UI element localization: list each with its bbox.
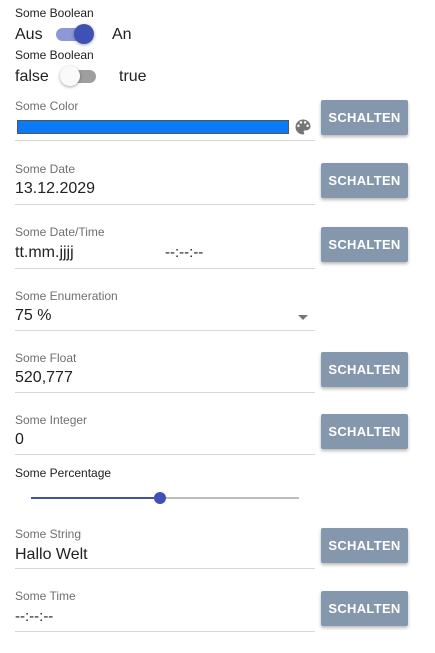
color-underline bbox=[15, 140, 315, 141]
time-label: Some Time bbox=[15, 589, 76, 603]
toggle-thumb bbox=[74, 24, 94, 44]
float-switch-button[interactable]: SCHALTEN bbox=[321, 352, 408, 387]
boolean-2-label: Some Boolean bbox=[15, 48, 94, 62]
percentage-slider[interactable] bbox=[31, 492, 299, 504]
integer-underline bbox=[15, 454, 315, 455]
slider-thumb[interactable] bbox=[153, 492, 166, 504]
color-swatch[interactable] bbox=[17, 120, 289, 134]
float-field[interactable]: 520,777 bbox=[15, 369, 73, 387]
percentage-label: Some Percentage bbox=[15, 466, 112, 480]
enumeration-underline bbox=[15, 330, 315, 331]
boolean-on-label: An bbox=[112, 26, 132, 43]
string-field[interactable]: Hallo Welt bbox=[15, 546, 88, 564]
enumeration-select[interactable]: 75 % bbox=[15, 307, 51, 325]
time-switch-button[interactable]: SCHALTEN bbox=[321, 591, 408, 626]
boolean-2-on-label: true bbox=[119, 68, 147, 85]
date-field[interactable]: 13.12.2029 bbox=[15, 180, 95, 198]
chevron-down-icon[interactable] bbox=[298, 315, 308, 320]
float-underline bbox=[15, 392, 315, 393]
datetime-switch-button[interactable]: SCHALTEN bbox=[321, 227, 408, 262]
boolean-2-toggle[interactable] bbox=[60, 65, 100, 87]
string-underline bbox=[15, 568, 315, 569]
color-switch-button[interactable]: SCHALTEN bbox=[321, 100, 408, 135]
integer-label: Some Integer bbox=[15, 413, 88, 427]
datetime-underline bbox=[15, 268, 315, 269]
string-label: Some String bbox=[15, 527, 82, 541]
color-label: Some Color bbox=[15, 99, 79, 113]
datetime-label: Some Date/Time bbox=[15, 225, 105, 239]
date-underline bbox=[15, 204, 315, 205]
integer-field[interactable]: 0 bbox=[15, 431, 24, 449]
boolean-toggle[interactable] bbox=[54, 23, 94, 45]
string-switch-button[interactable]: SCHALTEN bbox=[321, 528, 408, 563]
datetime-date-field[interactable]: tt.mm.jjjj bbox=[15, 244, 74, 262]
date-label: Some Date bbox=[15, 162, 76, 176]
datetime-time-field[interactable]: --:--:-- bbox=[165, 244, 203, 261]
boolean-off-label: Aus bbox=[15, 26, 43, 43]
time-field[interactable]: --:--:-- bbox=[15, 608, 53, 625]
boolean-2-off-label: false bbox=[15, 68, 49, 85]
palette-icon[interactable] bbox=[293, 117, 313, 137]
integer-switch-button[interactable]: SCHALTEN bbox=[321, 414, 408, 449]
toggle-thumb bbox=[60, 66, 80, 86]
time-underline bbox=[15, 631, 315, 632]
enumeration-label: Some Enumeration bbox=[15, 289, 118, 303]
slider-fill bbox=[31, 497, 160, 499]
boolean-label: Some Boolean bbox=[15, 6, 94, 20]
date-switch-button[interactable]: SCHALTEN bbox=[321, 163, 408, 198]
float-label: Some Float bbox=[15, 351, 77, 365]
